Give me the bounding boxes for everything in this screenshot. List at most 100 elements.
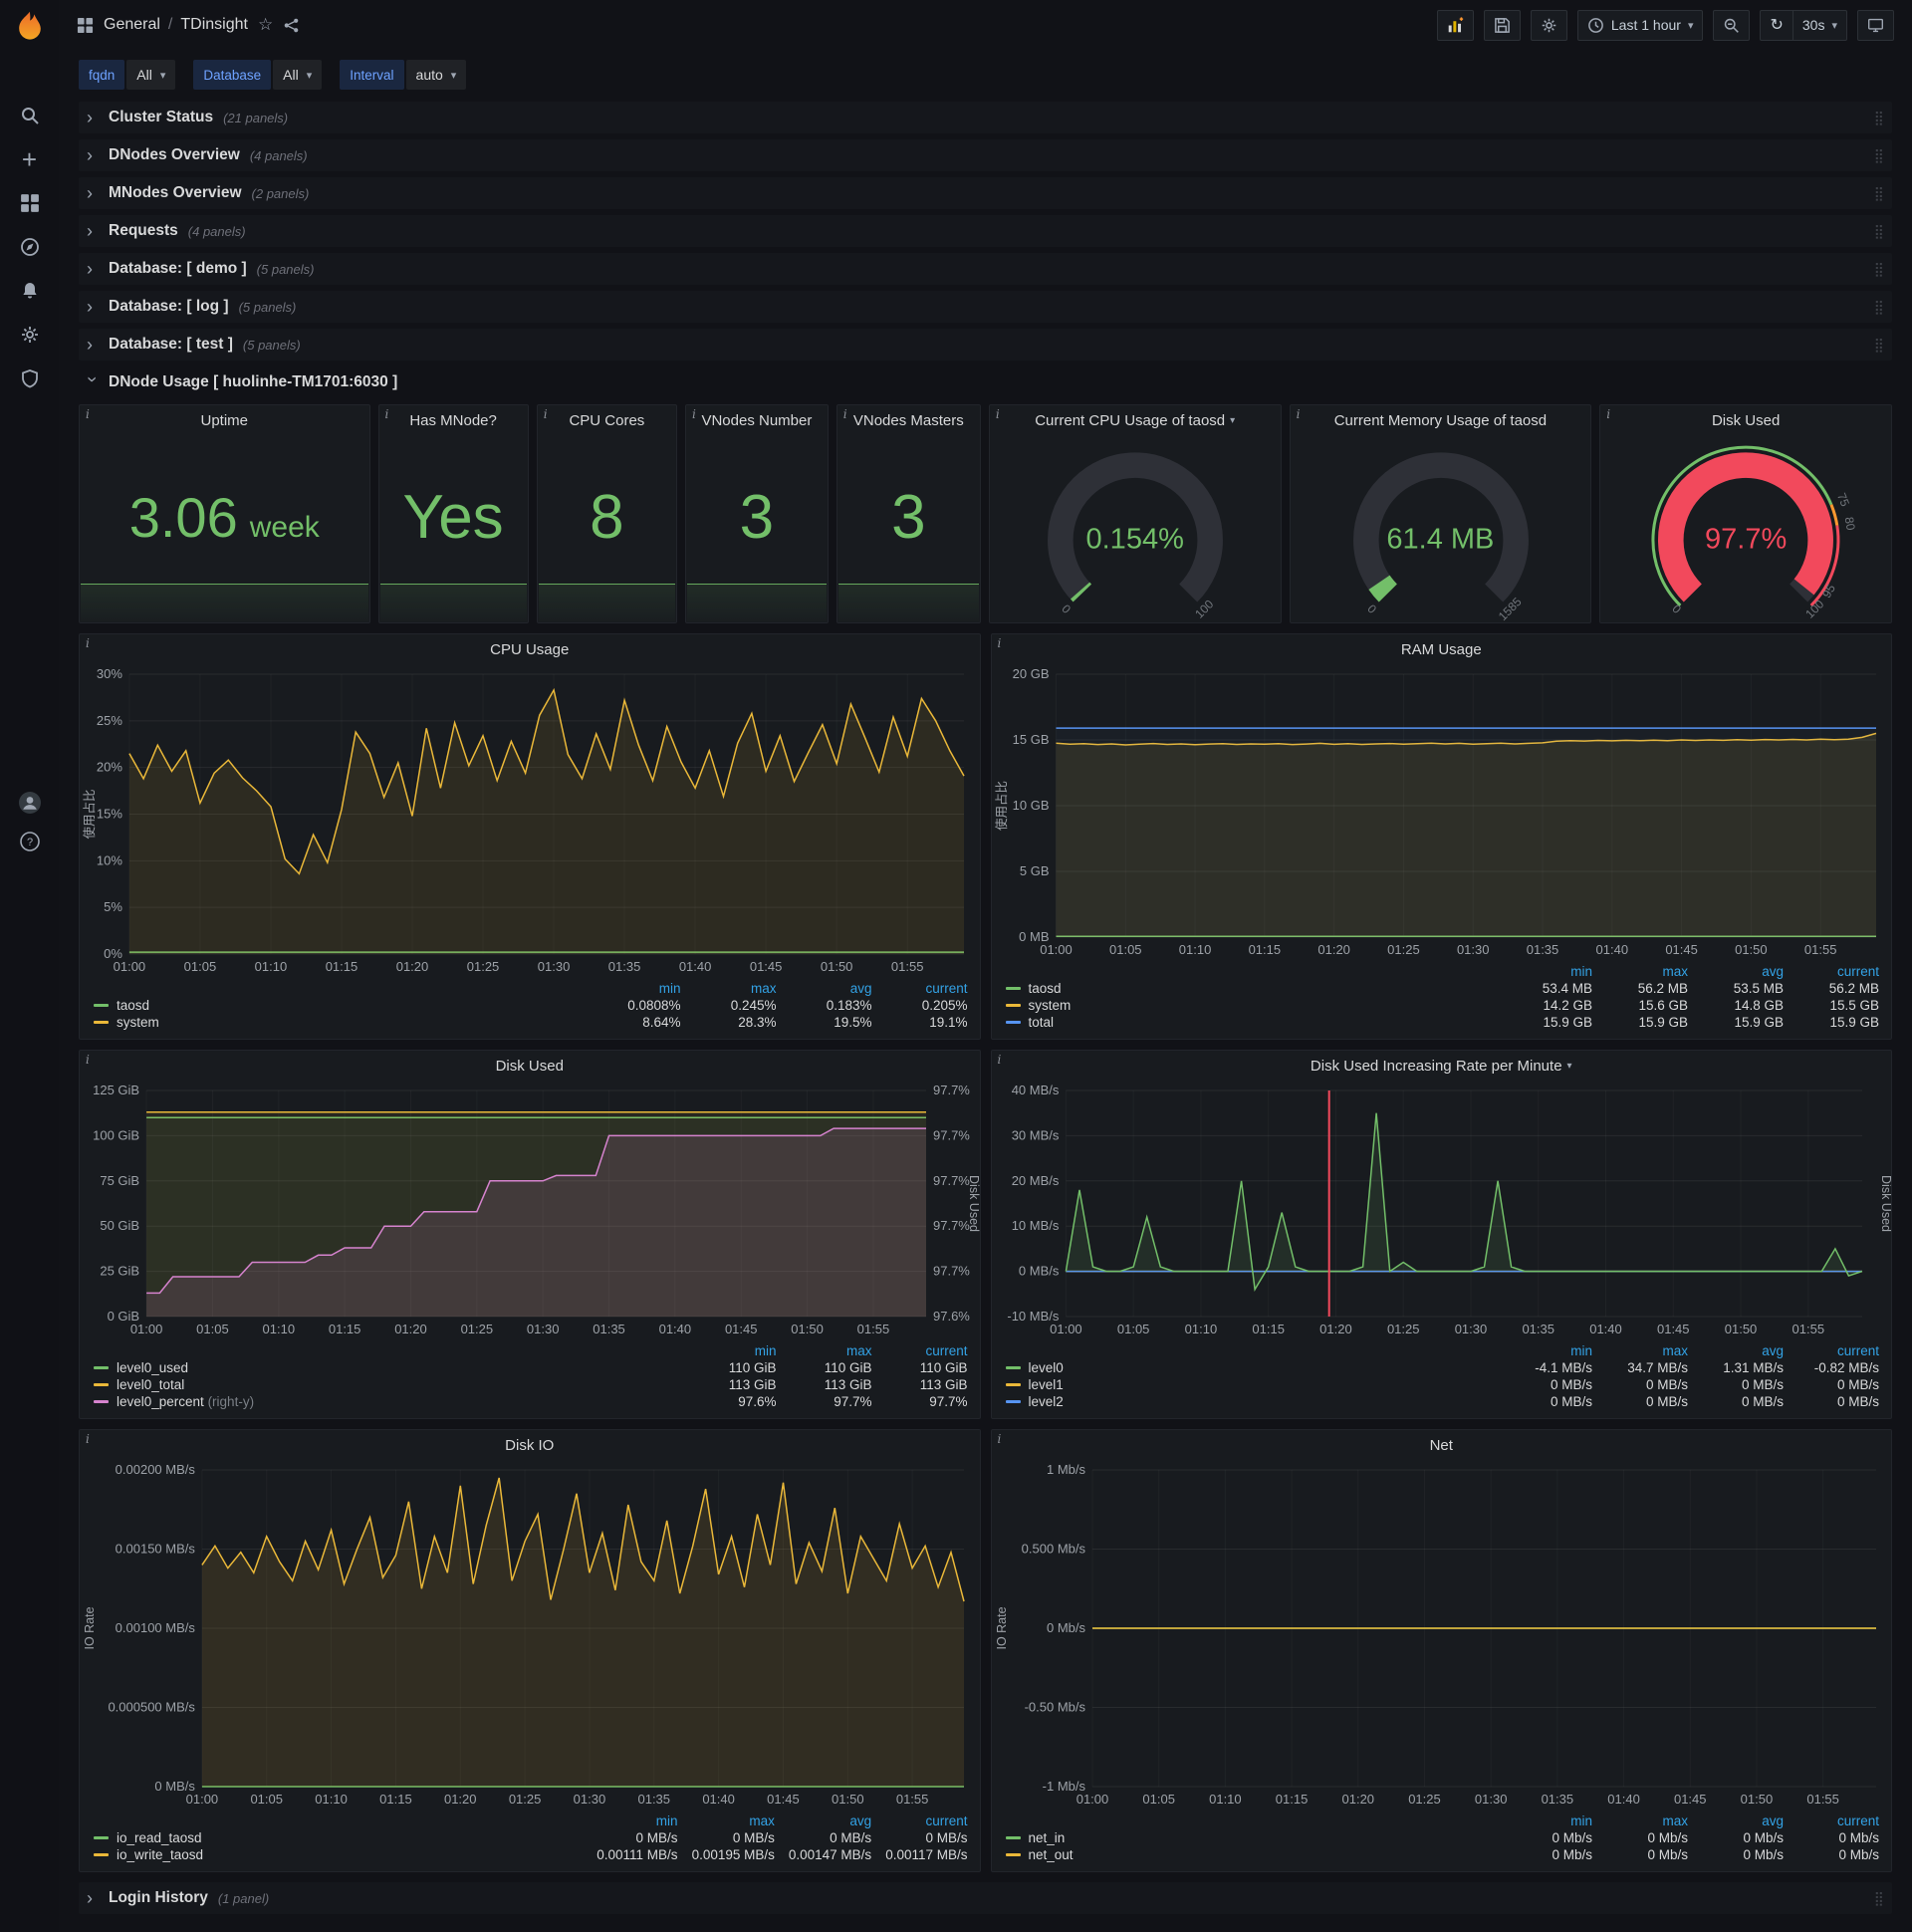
panel-info-icon[interactable]: i [692,407,696,421]
series-name[interactable]: level0 [1029,1360,1064,1375]
panel-title[interactable]: Uptime [80,405,369,435]
dashboard-row-database-log[interactable]: › Database: [ log ] (5 panels) ⣿ [79,291,1892,323]
breadcrumb[interactable]: General / TDinsight [104,16,248,34]
dashboard-row-mnodes-overview[interactable]: › MNodes Overview (2 panels) ⣿ [79,177,1892,209]
series-name[interactable]: system [1029,998,1072,1013]
legend-column-header[interactable]: max [1592,1342,1688,1359]
refresh-button[interactable]: ↻ 30s ▾ [1760,9,1847,41]
configuration-gear-icon[interactable] [19,324,41,346]
series-name[interactable]: io_write_taosd [117,1847,203,1862]
legend-column-header[interactable]: current [872,980,967,997]
row-drag-handle[interactable]: ⣿ [1874,337,1884,354]
legend-column-header[interactable]: avg [775,1812,871,1829]
legend-column-header[interactable]: current [1784,1812,1879,1829]
series-name[interactable]: taosd [117,998,149,1013]
panel-info-icon[interactable]: i [86,636,90,650]
row-drag-handle[interactable]: ⣿ [1874,223,1884,240]
dashboards-icon[interactable] [19,192,41,214]
panel-info-icon[interactable]: i [1297,407,1301,421]
panel-title[interactable]: Disk Used [80,1051,980,1081]
legend-column-header[interactable]: avg [777,980,872,997]
dashboard-row-database-test[interactable]: › Database: [ test ] (5 panels) ⣿ [79,329,1892,361]
user-avatar[interactable] [18,792,41,814]
series-name[interactable]: level0_percent [117,1394,204,1409]
legend-column-header[interactable]: min [1497,1342,1592,1359]
panel-info-icon[interactable]: i [1606,407,1610,421]
panel-info-icon[interactable]: i [998,1432,1002,1446]
panel-title[interactable]: Net [992,1430,1892,1460]
row-drag-handle[interactable]: ⣿ [1874,185,1884,202]
breadcrumb-folder[interactable]: General [104,16,160,34]
series-name[interactable]: level0_total [117,1377,184,1392]
dashboard-settings-button[interactable] [1530,9,1567,41]
create-plus-icon[interactable]: + [19,146,41,172]
variable-dropdown-database[interactable]: All ▾ [273,60,323,90]
row-drag-handle[interactable]: ⣿ [1874,147,1884,164]
legend-column-header[interactable]: max [1592,1812,1688,1829]
help-icon[interactable]: ? [19,831,41,852]
panel-info-icon[interactable]: i [998,1053,1002,1067]
panel-title[interactable]: Disk Used [1600,405,1891,435]
grafana-logo-icon[interactable] [12,9,48,45]
legend-column-header[interactable]: max [777,1342,872,1359]
panel-info-icon[interactable]: i [86,1432,90,1446]
series-name[interactable]: io_read_taosd [117,1830,202,1845]
legend-column-header[interactable]: max [681,980,777,997]
legend-column-header[interactable]: min [1497,1812,1592,1829]
series-name[interactable]: level1 [1029,1377,1064,1392]
series-name[interactable]: net_in [1029,1830,1066,1845]
zoom-out-button[interactable] [1713,9,1751,41]
row-drag-handle[interactable]: ⣿ [1874,261,1884,278]
legend-column-header[interactable]: min [583,1812,678,1829]
legend-column-header[interactable]: avg [1688,963,1784,980]
dashboard-row-login-history[interactable]: › Login History (1 panel) ⣿ [79,1882,1892,1914]
panel-info-icon[interactable]: i [843,407,847,421]
series-name[interactable]: system [117,1015,159,1030]
panel-title[interactable]: VNodes Number [686,405,828,435]
dashboard-row-dnode-usage[interactable]: › DNode Usage [ huolinhe-TM1701:6030 ] [79,366,1892,398]
time-range-picker[interactable]: Last 1 hour ▾ [1576,9,1704,41]
panel-title[interactable]: Current Memory Usage of taosd [1291,405,1591,435]
legend-column-header[interactable]: min [681,1342,777,1359]
panel-info-icon[interactable]: i [544,407,548,421]
panel-title[interactable]: VNodes Masters [837,405,980,435]
panel-title[interactable]: Current CPU Usage of taosd ▾ [990,405,1281,435]
dashboard-row-database-demo[interactable]: › Database: [ demo ] (5 panels) ⣿ [79,253,1892,285]
add-panel-button[interactable] [1436,9,1474,41]
legend-column-header[interactable]: max [1592,963,1688,980]
row-drag-handle[interactable]: ⣿ [1874,299,1884,316]
dashboard-row-cluster-status[interactable]: › Cluster Status (21 panels) ⣿ [79,102,1892,133]
explore-compass-icon[interactable] [19,236,41,258]
series-name[interactable]: level0_used [117,1360,188,1375]
panel-title[interactable]: Disk IO [80,1430,980,1460]
refresh-interval-label[interactable]: 30s [1802,17,1825,33]
panel-title[interactable]: RAM Usage [992,634,1892,664]
legend-column-header[interactable]: avg [1688,1812,1784,1829]
dashboard-row-dnodes-overview[interactable]: › DNodes Overview (4 panels) ⣿ [79,139,1892,171]
dashboard-grid-icon[interactable] [77,17,94,34]
search-icon[interactable] [19,105,41,126]
panel-title[interactable]: Disk Used Increasing Rate per Minute ▾ [992,1051,1892,1081]
share-icon[interactable] [283,17,300,34]
series-name[interactable]: total [1029,1015,1055,1030]
panel-title[interactable]: Has MNode? [379,405,528,435]
legend-column-header[interactable]: min [586,980,681,997]
breadcrumb-dashboard-title[interactable]: TDinsight [180,16,248,34]
panel-info-icon[interactable]: i [998,636,1002,650]
cycle-view-button[interactable] [1857,9,1894,41]
variable-dropdown-fqdn[interactable]: All ▾ [126,60,176,90]
panel-title[interactable]: CPU Usage [80,634,980,664]
legend-column-header[interactable]: current [871,1812,967,1829]
panel-info-icon[interactable]: i [86,1053,90,1067]
row-drag-handle[interactable]: ⣿ [1874,110,1884,126]
series-name[interactable]: net_out [1029,1847,1074,1862]
legend-column-header[interactable]: current [1784,1342,1879,1359]
save-dashboard-button[interactable] [1483,9,1521,41]
row-drag-handle[interactable]: ⣿ [1874,1890,1884,1907]
panel-title[interactable]: CPU Cores [538,405,676,435]
panel-info-icon[interactable]: i [996,407,1000,421]
star-icon[interactable]: ☆ [258,15,273,35]
dashboard-row-requests[interactable]: › Requests (4 panels) ⣿ [79,215,1892,247]
server-admin-shield-icon[interactable] [19,367,41,389]
legend-column-header[interactable]: avg [1688,1342,1784,1359]
